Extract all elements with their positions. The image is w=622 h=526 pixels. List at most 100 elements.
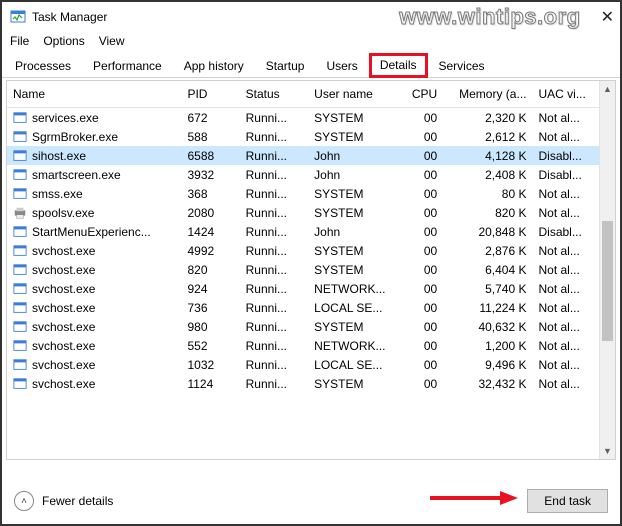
vertical-scrollbar[interactable]: ▲ ▼	[599, 81, 615, 459]
table-row[interactable]: svchost.exe1124Runni...SYSTEM0032,432 KN…	[7, 374, 599, 393]
table-row[interactable]: services.exe672Runni...SYSTEM002,320 KNo…	[7, 108, 599, 128]
close-icon[interactable]: ✕	[601, 7, 614, 27]
tab-apphistory[interactable]: App history	[173, 54, 255, 78]
table-row[interactable]: svchost.exe924Runni...NETWORK...005,740 …	[7, 279, 599, 298]
scroll-down-icon[interactable]: ▼	[600, 443, 615, 459]
tab-processes[interactable]: Processes	[4, 54, 82, 78]
process-name: sihost.exe	[32, 149, 86, 163]
col-cpu[interactable]: CPU	[400, 81, 444, 108]
process-name: svchost.exe	[32, 358, 95, 372]
process-pid: 3932	[181, 165, 239, 184]
process-cpu: 00	[400, 298, 444, 317]
process-name: smss.exe	[32, 187, 83, 201]
menubar: File Options View	[2, 32, 620, 52]
table-row[interactable]: svchost.exe4992Runni...SYSTEM002,876 KNo…	[7, 241, 599, 260]
table-row[interactable]: SgrmBroker.exe588Runni...SYSTEM002,612 K…	[7, 127, 599, 146]
process-memory: 32,432 K	[443, 374, 532, 393]
process-icon	[13, 263, 27, 277]
process-pid: 1124	[181, 374, 239, 393]
process-uac: Not al...	[532, 127, 599, 146]
process-pid: 924	[181, 279, 239, 298]
col-status[interactable]: Status	[240, 81, 309, 108]
col-uac[interactable]: UAC vi...	[532, 81, 599, 108]
table-row[interactable]: svchost.exe980Runni...SYSTEM0040,632 KNo…	[7, 317, 599, 336]
fewer-details-toggle[interactable]: ˄ Fewer details	[14, 491, 113, 511]
scroll-thumb[interactable]	[602, 221, 613, 341]
tabstrip: Processes Performance App history Startu…	[2, 52, 620, 78]
process-table: Name PID Status User name CPU Memory (a.…	[7, 81, 599, 393]
process-memory: 9,496 K	[443, 355, 532, 374]
process-cpu: 00	[400, 203, 444, 222]
process-icon	[13, 320, 27, 334]
process-pid: 6588	[181, 146, 239, 165]
process-memory: 820 K	[443, 203, 532, 222]
table-row[interactable]: smss.exe368Runni...SYSTEM0080 KNot al...	[7, 184, 599, 203]
table-row[interactable]: spoolsv.exe2080Runni...SYSTEM00820 KNot …	[7, 203, 599, 222]
process-icon	[13, 225, 27, 239]
process-status: Runni...	[240, 317, 309, 336]
process-icon	[13, 358, 27, 372]
process-status: Runni...	[240, 108, 309, 128]
process-cpu: 00	[400, 241, 444, 260]
process-cpu: 00	[400, 165, 444, 184]
menu-options[interactable]: Options	[43, 34, 84, 48]
process-name: svchost.exe	[32, 377, 95, 391]
table-row[interactable]: sihost.exe6588Runni...John004,128 KDisab…	[7, 146, 599, 165]
process-name: svchost.exe	[32, 320, 95, 334]
taskmanager-icon	[10, 9, 26, 25]
table-row[interactable]: svchost.exe820Runni...SYSTEM006,404 KNot…	[7, 260, 599, 279]
tab-startup[interactable]: Startup	[255, 54, 316, 78]
table-row[interactable]: smartscreen.exe3932Runni...John002,408 K…	[7, 165, 599, 184]
process-name: smartscreen.exe	[32, 168, 121, 182]
end-task-button[interactable]: End task	[527, 489, 608, 513]
process-memory: 2,408 K	[443, 165, 532, 184]
process-cpu: 00	[400, 355, 444, 374]
process-cpu: 00	[400, 108, 444, 128]
scroll-up-icon[interactable]: ▲	[600, 81, 615, 97]
process-icon	[13, 111, 27, 125]
annotation-arrow-icon	[430, 488, 520, 508]
tab-services[interactable]: Services	[428, 54, 496, 78]
process-status: Runni...	[240, 165, 309, 184]
process-pid: 1032	[181, 355, 239, 374]
process-name: svchost.exe	[32, 282, 95, 296]
process-status: Runni...	[240, 355, 309, 374]
process-user: NETWORK...	[308, 336, 399, 355]
tab-performance[interactable]: Performance	[82, 54, 173, 78]
process-pid: 588	[181, 127, 239, 146]
process-pid: 368	[181, 184, 239, 203]
process-uac: Not al...	[532, 374, 599, 393]
table-row[interactable]: svchost.exe1032Runni...LOCAL SE...009,49…	[7, 355, 599, 374]
process-pid: 4992	[181, 241, 239, 260]
menu-view[interactable]: View	[99, 34, 125, 48]
col-user[interactable]: User name	[308, 81, 399, 108]
process-user: SYSTEM	[308, 184, 399, 203]
process-memory: 5,740 K	[443, 279, 532, 298]
process-icon	[13, 301, 27, 315]
col-memory[interactable]: Memory (a...	[443, 81, 532, 108]
process-user: SYSTEM	[308, 374, 399, 393]
process-name: SgrmBroker.exe	[32, 130, 118, 144]
table-row[interactable]: StartMenuExperienc...1424Runni...John002…	[7, 222, 599, 241]
col-name[interactable]: Name	[7, 81, 181, 108]
window-title: Task Manager	[32, 10, 107, 24]
process-cpu: 00	[400, 317, 444, 336]
process-uac: Not al...	[532, 355, 599, 374]
process-status: Runni...	[240, 374, 309, 393]
process-user: SYSTEM	[308, 317, 399, 336]
col-pid[interactable]: PID	[181, 81, 239, 108]
process-status: Runni...	[240, 127, 309, 146]
column-header-row: Name PID Status User name CPU Memory (a.…	[7, 81, 599, 108]
process-memory: 2,612 K	[443, 127, 532, 146]
process-uac: Not al...	[532, 279, 599, 298]
table-row[interactable]: svchost.exe736Runni...LOCAL SE...0011,22…	[7, 298, 599, 317]
process-icon	[13, 187, 27, 201]
tab-details[interactable]: Details	[369, 53, 428, 78]
tab-users[interactable]: Users	[315, 54, 368, 78]
process-memory: 11,224 K	[443, 298, 532, 317]
process-status: Runni...	[240, 184, 309, 203]
process-memory: 20,848 K	[443, 222, 532, 241]
menu-file[interactable]: File	[10, 34, 29, 48]
process-memory: 4,128 K	[443, 146, 532, 165]
table-row[interactable]: svchost.exe552Runni...NETWORK...001,200 …	[7, 336, 599, 355]
